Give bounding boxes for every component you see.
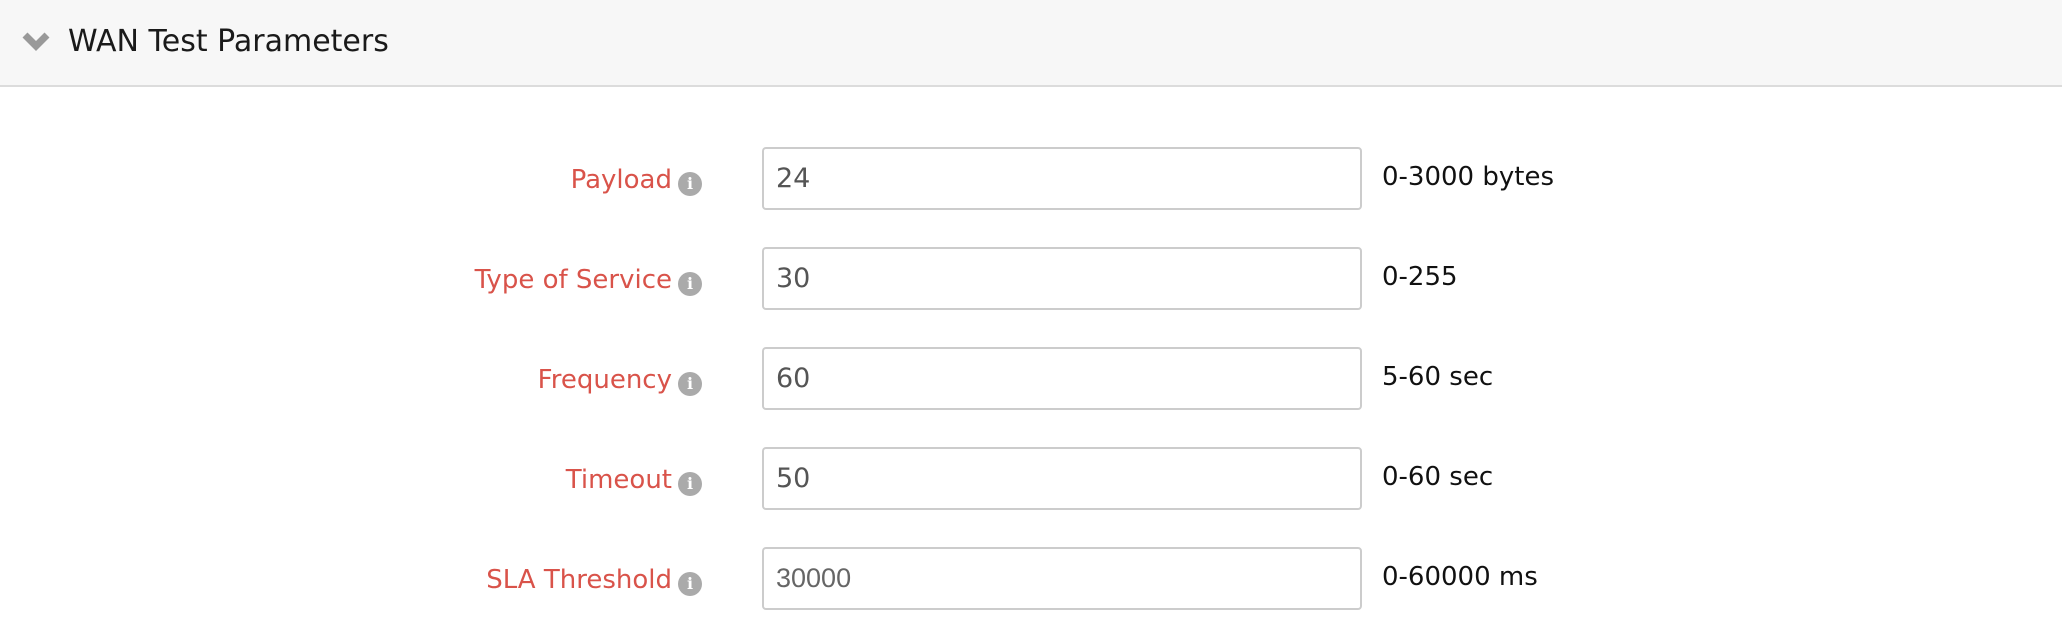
sla-threshold-label: SLA Threshold — [486, 565, 672, 595]
panel-header[interactable]: WAN Test Parameters — [0, 0, 2062, 87]
timeout-input[interactable] — [762, 447, 1362, 510]
payload-input[interactable] — [762, 147, 1362, 210]
timeout-hint: 0-60 sec — [1382, 462, 1494, 492]
info-icon[interactable]: i — [678, 572, 702, 596]
frequency-input[interactable] — [762, 347, 1362, 410]
panel-title: WAN Test Parameters — [68, 24, 389, 59]
form-row-timeout: Timeout i 0-60 sec — [0, 447, 2062, 510]
info-icon[interactable]: i — [678, 472, 702, 496]
form-row-type-of-service: Type of Service i 0-255 — [0, 247, 2062, 310]
type-of-service-label: Type of Service — [474, 265, 672, 295]
sla-threshold-hint: 0-60000 ms — [1382, 562, 1538, 592]
info-icon[interactable]: i — [678, 272, 702, 296]
form-row-frequency: Frequency i 5-60 sec — [0, 347, 2062, 410]
frequency-hint: 5-60 sec — [1382, 362, 1494, 392]
info-icon[interactable]: i — [678, 172, 702, 196]
form-row-payload: Payload i 0-3000 bytes — [0, 147, 2062, 210]
frequency-label: Frequency — [537, 365, 672, 395]
timeout-label: Timeout — [565, 465, 672, 495]
type-of-service-input[interactable] — [762, 247, 1362, 310]
type-of-service-hint: 0-255 — [1382, 262, 1458, 292]
info-icon[interactable]: i — [678, 372, 702, 396]
form-row-sla-threshold: SLA Threshold i 0-60000 ms — [0, 547, 2062, 610]
sla-threshold-input[interactable] — [762, 547, 1362, 610]
payload-label: Payload — [570, 165, 672, 195]
chevron-down-icon[interactable] — [22, 30, 50, 52]
payload-hint: 0-3000 bytes — [1382, 162, 1554, 192]
